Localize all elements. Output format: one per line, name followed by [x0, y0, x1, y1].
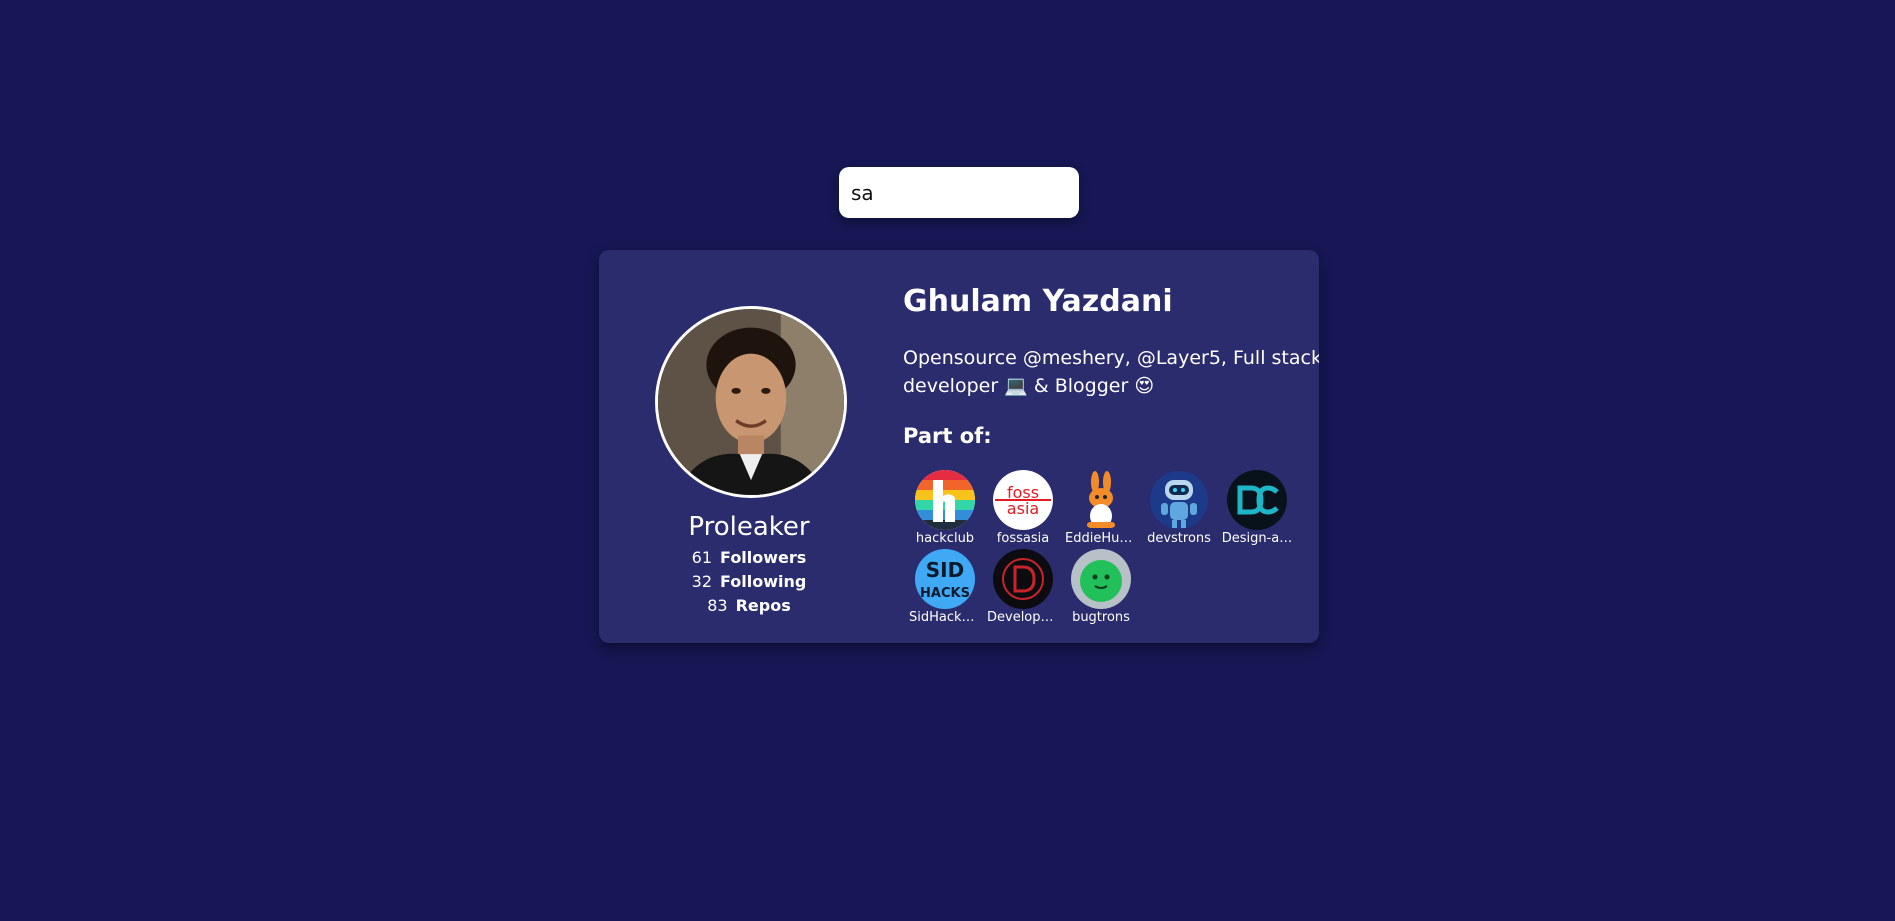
org-name: EddieHub… [1065, 531, 1137, 546]
part-of-heading: Part of: [903, 424, 992, 448]
org-name: hackclub [915, 531, 975, 546]
org-item-hackclub[interactable]: hackclub [909, 470, 981, 546]
org-name: Develope… [987, 610, 1059, 625]
devstrons-logo-icon [1149, 470, 1209, 530]
org-item-sidhacks[interactable]: SID HACKS SidHacks… [909, 549, 981, 625]
eddiehub-logo-icon [1071, 470, 1131, 530]
followers-count: 61 [691, 548, 713, 567]
search-container [839, 167, 1079, 218]
svg-text:SID: SID [926, 558, 964, 582]
following-label: Following [720, 572, 807, 591]
org-item-design-and-code[interactable]: Design-a… [1221, 470, 1293, 546]
org-item-bugtrons[interactable]: bugtrons [1065, 549, 1137, 625]
bugtrons-logo-icon [1071, 549, 1131, 609]
profile-left-panel: Proleaker 61 Followers 32 Following 83 Repo… [599, 250, 899, 643]
profile-name: Ghulam Yazdani [903, 284, 1173, 319]
org-item-fossasia[interactable]: foss asia fossasia [987, 470, 1059, 546]
search-input[interactable] [839, 167, 1079, 218]
org-name: Design-a… [1221, 531, 1293, 546]
org-name: bugtrons [1072, 610, 1130, 625]
org-name: SidHacks… [909, 610, 981, 625]
developer-logo-icon [993, 549, 1053, 609]
org-item-developer[interactable]: Develope… [987, 549, 1059, 625]
org-item-devstrons[interactable]: devstrons [1143, 470, 1215, 546]
following-count: 32 [691, 572, 712, 591]
repos-count: 83 [707, 596, 728, 615]
profile-stats: 61 Followers 32 Following 83 Repos [599, 546, 899, 618]
profile-right-panel: Ghulam Yazdani Opensource @meshery, @Lay… [903, 250, 1319, 643]
avatar [655, 306, 847, 498]
org-name: devstrons [1147, 531, 1211, 546]
svg-text:asia: asia [1007, 499, 1039, 518]
followers-label: Followers [720, 548, 807, 567]
sidhacks-logo-icon: SID HACKS [915, 549, 975, 609]
hackclub-logo-icon [915, 470, 975, 530]
stat-following: 32 Following [599, 570, 899, 594]
stat-repos: 83 Repos [599, 594, 899, 618]
svg-text:HACKS: HACKS [920, 586, 970, 601]
stat-followers: 61 Followers [599, 546, 899, 570]
fossasia-logo-icon: foss asia [993, 470, 1053, 530]
username: Proleaker [688, 512, 810, 542]
org-item-eddiehub[interactable]: EddieHub… [1065, 470, 1137, 546]
profile-card: Proleaker 61 Followers 32 Following 83 Repo… [599, 250, 1319, 643]
repos-label: Repos [735, 596, 791, 615]
design-and-code-logo-icon [1227, 470, 1287, 530]
org-name: fossasia [996, 531, 1050, 546]
profile-bio: Opensource @meshery, @Layer5, Full stack… [903, 347, 1319, 397]
